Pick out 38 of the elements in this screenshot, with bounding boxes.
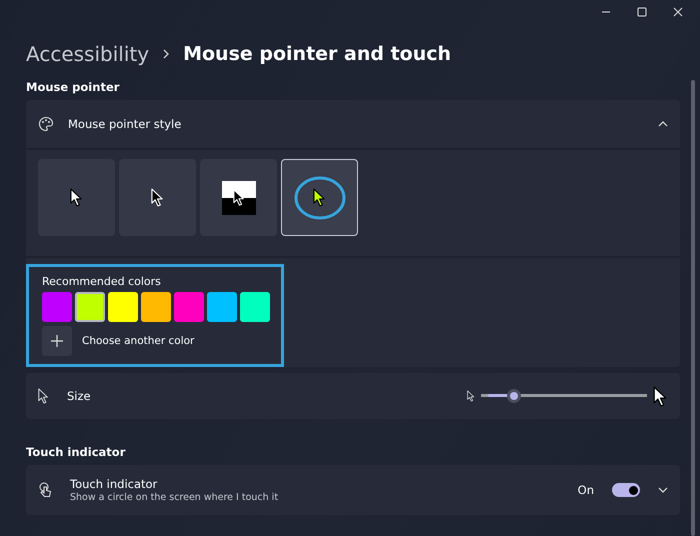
palette-icon (38, 116, 54, 132)
setting-description: Show a circle on the screen where I touch it (70, 492, 280, 503)
pointer-icon (313, 188, 326, 207)
pointer-icon (70, 188, 83, 207)
toggle-switch[interactable] (612, 483, 640, 497)
toggle-state: On (578, 483, 594, 497)
scrollbar[interactable] (691, 80, 695, 536)
pointer-icon (151, 188, 164, 207)
color-swatch[interactable] (42, 292, 72, 322)
small-pointer-icon (467, 390, 475, 402)
color-swatch[interactable] (240, 292, 270, 322)
setting-label: Size (67, 389, 92, 403)
chevron-icon[interactable] (658, 121, 668, 127)
pointer-icon (232, 189, 244, 206)
section-title: Mouse pointer (26, 80, 120, 94)
chevron-icon (163, 49, 170, 59)
pointer-style-option[interactable] (200, 159, 277, 236)
slider-thumb[interactable] (506, 389, 521, 403)
color-swatch[interactable] (141, 292, 171, 322)
touch-icon (38, 482, 52, 498)
color-swatch[interactable] (207, 292, 237, 322)
chevron-icon[interactable] (658, 487, 668, 493)
colors-label: Recommended colors (42, 275, 162, 288)
choose-color-button[interactable]: Choose another color (42, 326, 271, 356)
plus-icon (51, 335, 63, 347)
page-title: Mouse pointer and touch (183, 43, 452, 65)
close-icon[interactable] (673, 7, 683, 17)
highlight-circle (294, 176, 346, 220)
color-swatch[interactable] (75, 292, 105, 322)
section-title: Touch indicator (26, 445, 126, 459)
color-swatch[interactable] (108, 292, 138, 322)
color-swatch[interactable] (174, 292, 204, 322)
large-pointer-icon (653, 386, 668, 406)
maximize-icon[interactable] (637, 7, 647, 17)
breadcrumb-link[interactable]: Accessibility (26, 42, 150, 66)
setting-label: Touch indicator (70, 477, 158, 491)
setting-label: Mouse pointer style (68, 117, 182, 131)
pointer-icon (38, 388, 49, 404)
